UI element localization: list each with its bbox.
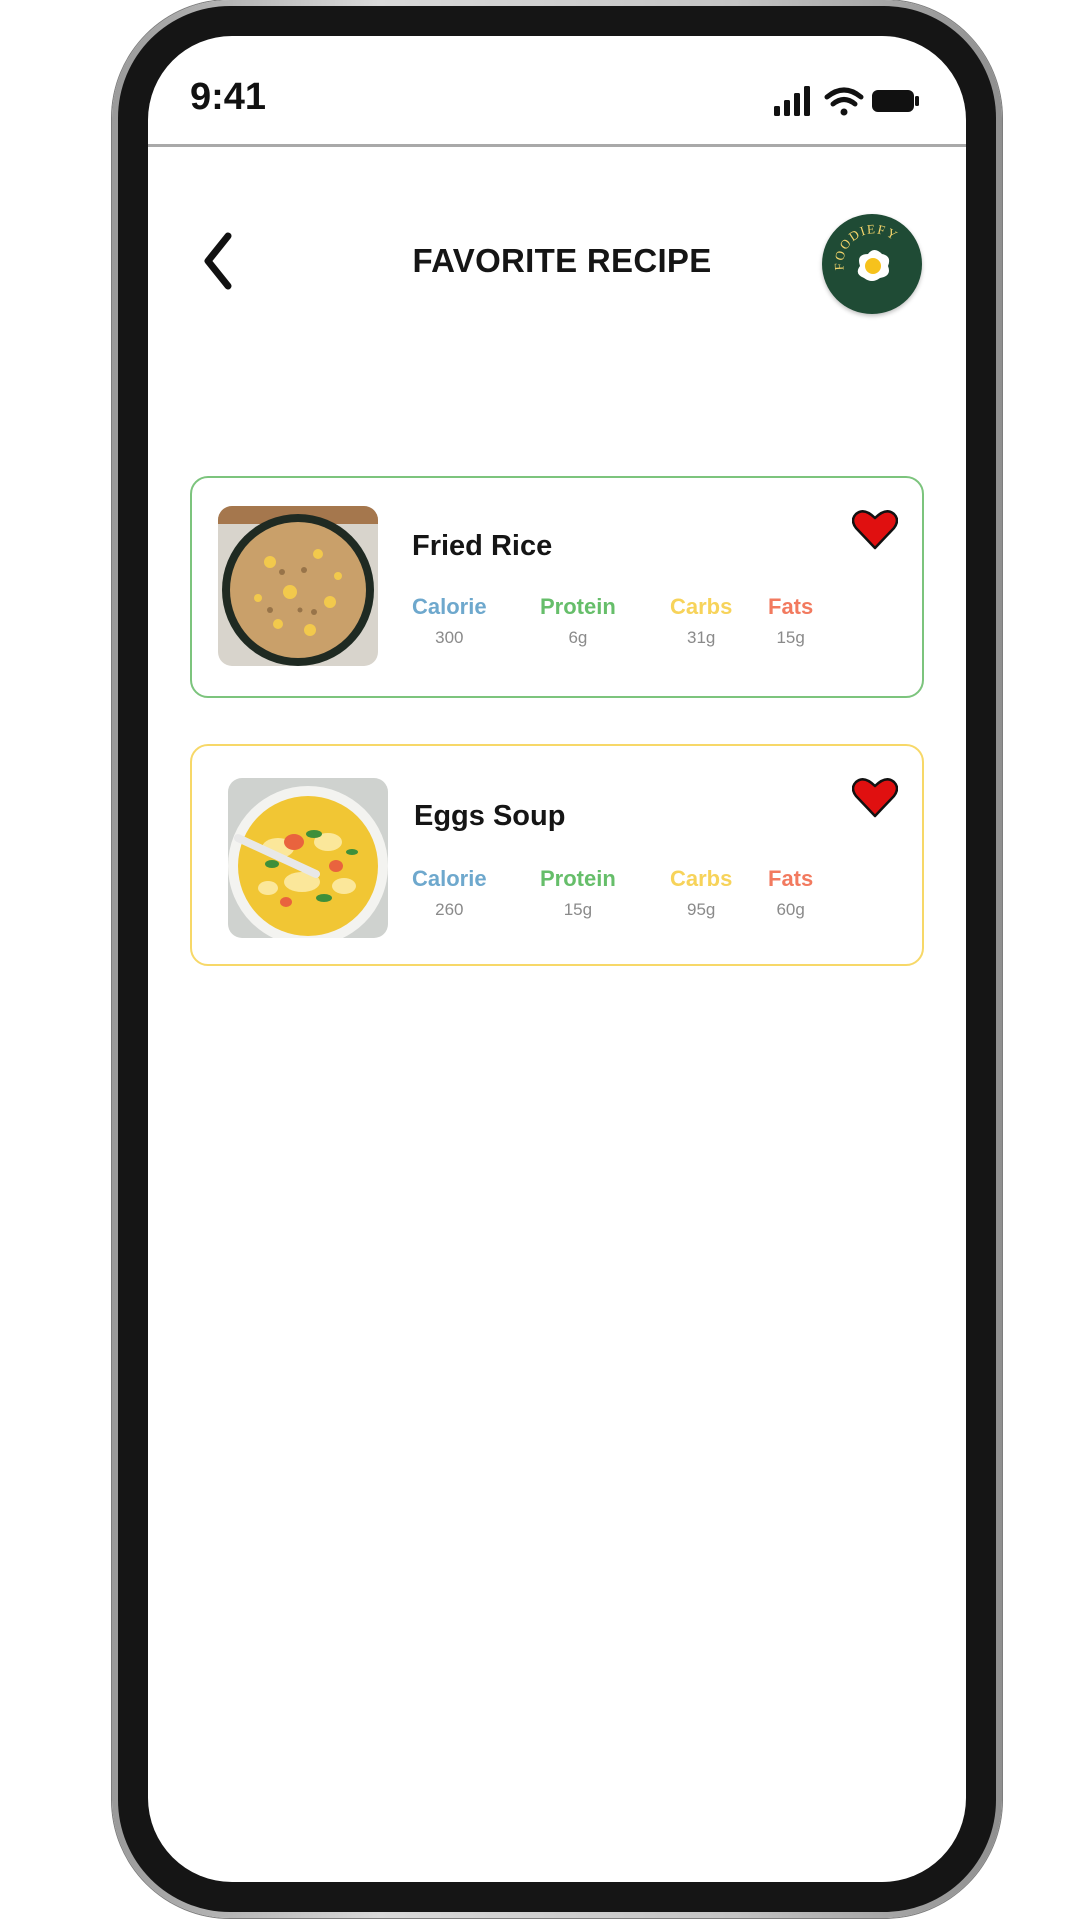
nutrient-value: 260 bbox=[435, 900, 464, 919]
nutrient-value: 15g bbox=[776, 628, 805, 647]
phone-screen: 9:41 FAVORITE RECIPE FOODIEFY Fried Rice… bbox=[148, 36, 966, 1882]
nutrient-calorie: Calorie 260 bbox=[412, 866, 487, 920]
nutrient-carbs: Carbs 95g bbox=[670, 866, 732, 920]
recipe-card-eggs-soup[interactable]: Eggs Soup Calorie 260 Protein 15g Carbs … bbox=[190, 744, 924, 966]
nutrient-row: Calorie 300 Protein 6g Carbs 31g Fats 15… bbox=[412, 594, 882, 664]
nutrient-label: Fats bbox=[768, 594, 814, 619]
nutrient-fats: Fats 60g bbox=[768, 866, 813, 920]
nutrient-label: Carbs bbox=[670, 594, 733, 619]
fried-rice-photo bbox=[218, 506, 378, 666]
foodiefy-logo[interactable]: FOODIEFY bbox=[822, 214, 922, 314]
nutrient-value: 31g bbox=[686, 628, 716, 647]
nutrient-value: 300 bbox=[435, 628, 464, 647]
favorite-button[interactable] bbox=[851, 508, 899, 550]
fried-egg-icon bbox=[857, 250, 890, 281]
header: FAVORITE RECIPE FOODIEFY bbox=[148, 206, 966, 316]
favorite-button[interactable] bbox=[851, 776, 899, 818]
nutrient-protein: Protein 6g bbox=[540, 594, 616, 648]
nutrient-label: Protein bbox=[540, 594, 616, 619]
nutrient-carbs: Carbs 31g bbox=[670, 594, 732, 648]
nutrient-calorie: Calorie 300 bbox=[412, 594, 487, 648]
recipe-name: Fried Rice bbox=[412, 530, 553, 562]
nutrient-protein: Protein 15g bbox=[540, 866, 616, 920]
status-time: 9:41 bbox=[190, 76, 267, 118]
heart-icon bbox=[851, 510, 899, 550]
nutrient-fats: Fats 15g bbox=[768, 594, 813, 648]
nutrient-label: Calorie bbox=[412, 594, 487, 619]
phone-frame: 9:41 FAVORITE RECIPE FOODIEFY Fried Rice… bbox=[112, 0, 1002, 1918]
nutrient-row: Calorie 260 Protein 15g Carbs 95g Fats 6… bbox=[412, 866, 882, 936]
wifi-icon bbox=[824, 87, 864, 116]
cellular-signal-icon bbox=[774, 86, 810, 116]
nutrient-label: Protein bbox=[540, 866, 616, 891]
battery-icon bbox=[872, 90, 919, 112]
eggs-soup-photo bbox=[228, 778, 388, 938]
phone-bezel: 9:41 FAVORITE RECIPE FOODIEFY Fried Rice… bbox=[118, 6, 996, 1912]
nutrient-value: 6g bbox=[568, 628, 588, 647]
nutrient-label: Carbs bbox=[670, 866, 733, 891]
status-icons bbox=[772, 84, 922, 118]
recipe-name: Eggs Soup bbox=[414, 800, 566, 832]
nutrient-label: Calorie bbox=[412, 866, 487, 891]
nutrient-value: 60g bbox=[776, 900, 805, 919]
app-stage: 9:41 FAVORITE RECIPE FOODIEFY Fried Rice… bbox=[0, 0, 1080, 1920]
status-bar: 9:41 bbox=[148, 36, 966, 147]
heart-icon bbox=[851, 778, 899, 818]
recipe-card-fried-rice[interactable]: Fried Rice Calorie 300 Protein 6g Carbs … bbox=[190, 476, 924, 698]
nutrient-value: 15g bbox=[563, 900, 593, 919]
nutrient-label: Fats bbox=[768, 866, 814, 891]
recipe-list: Fried Rice Calorie 300 Protein 6g Carbs … bbox=[190, 476, 924, 1012]
nutrient-value: 95g bbox=[686, 900, 716, 919]
